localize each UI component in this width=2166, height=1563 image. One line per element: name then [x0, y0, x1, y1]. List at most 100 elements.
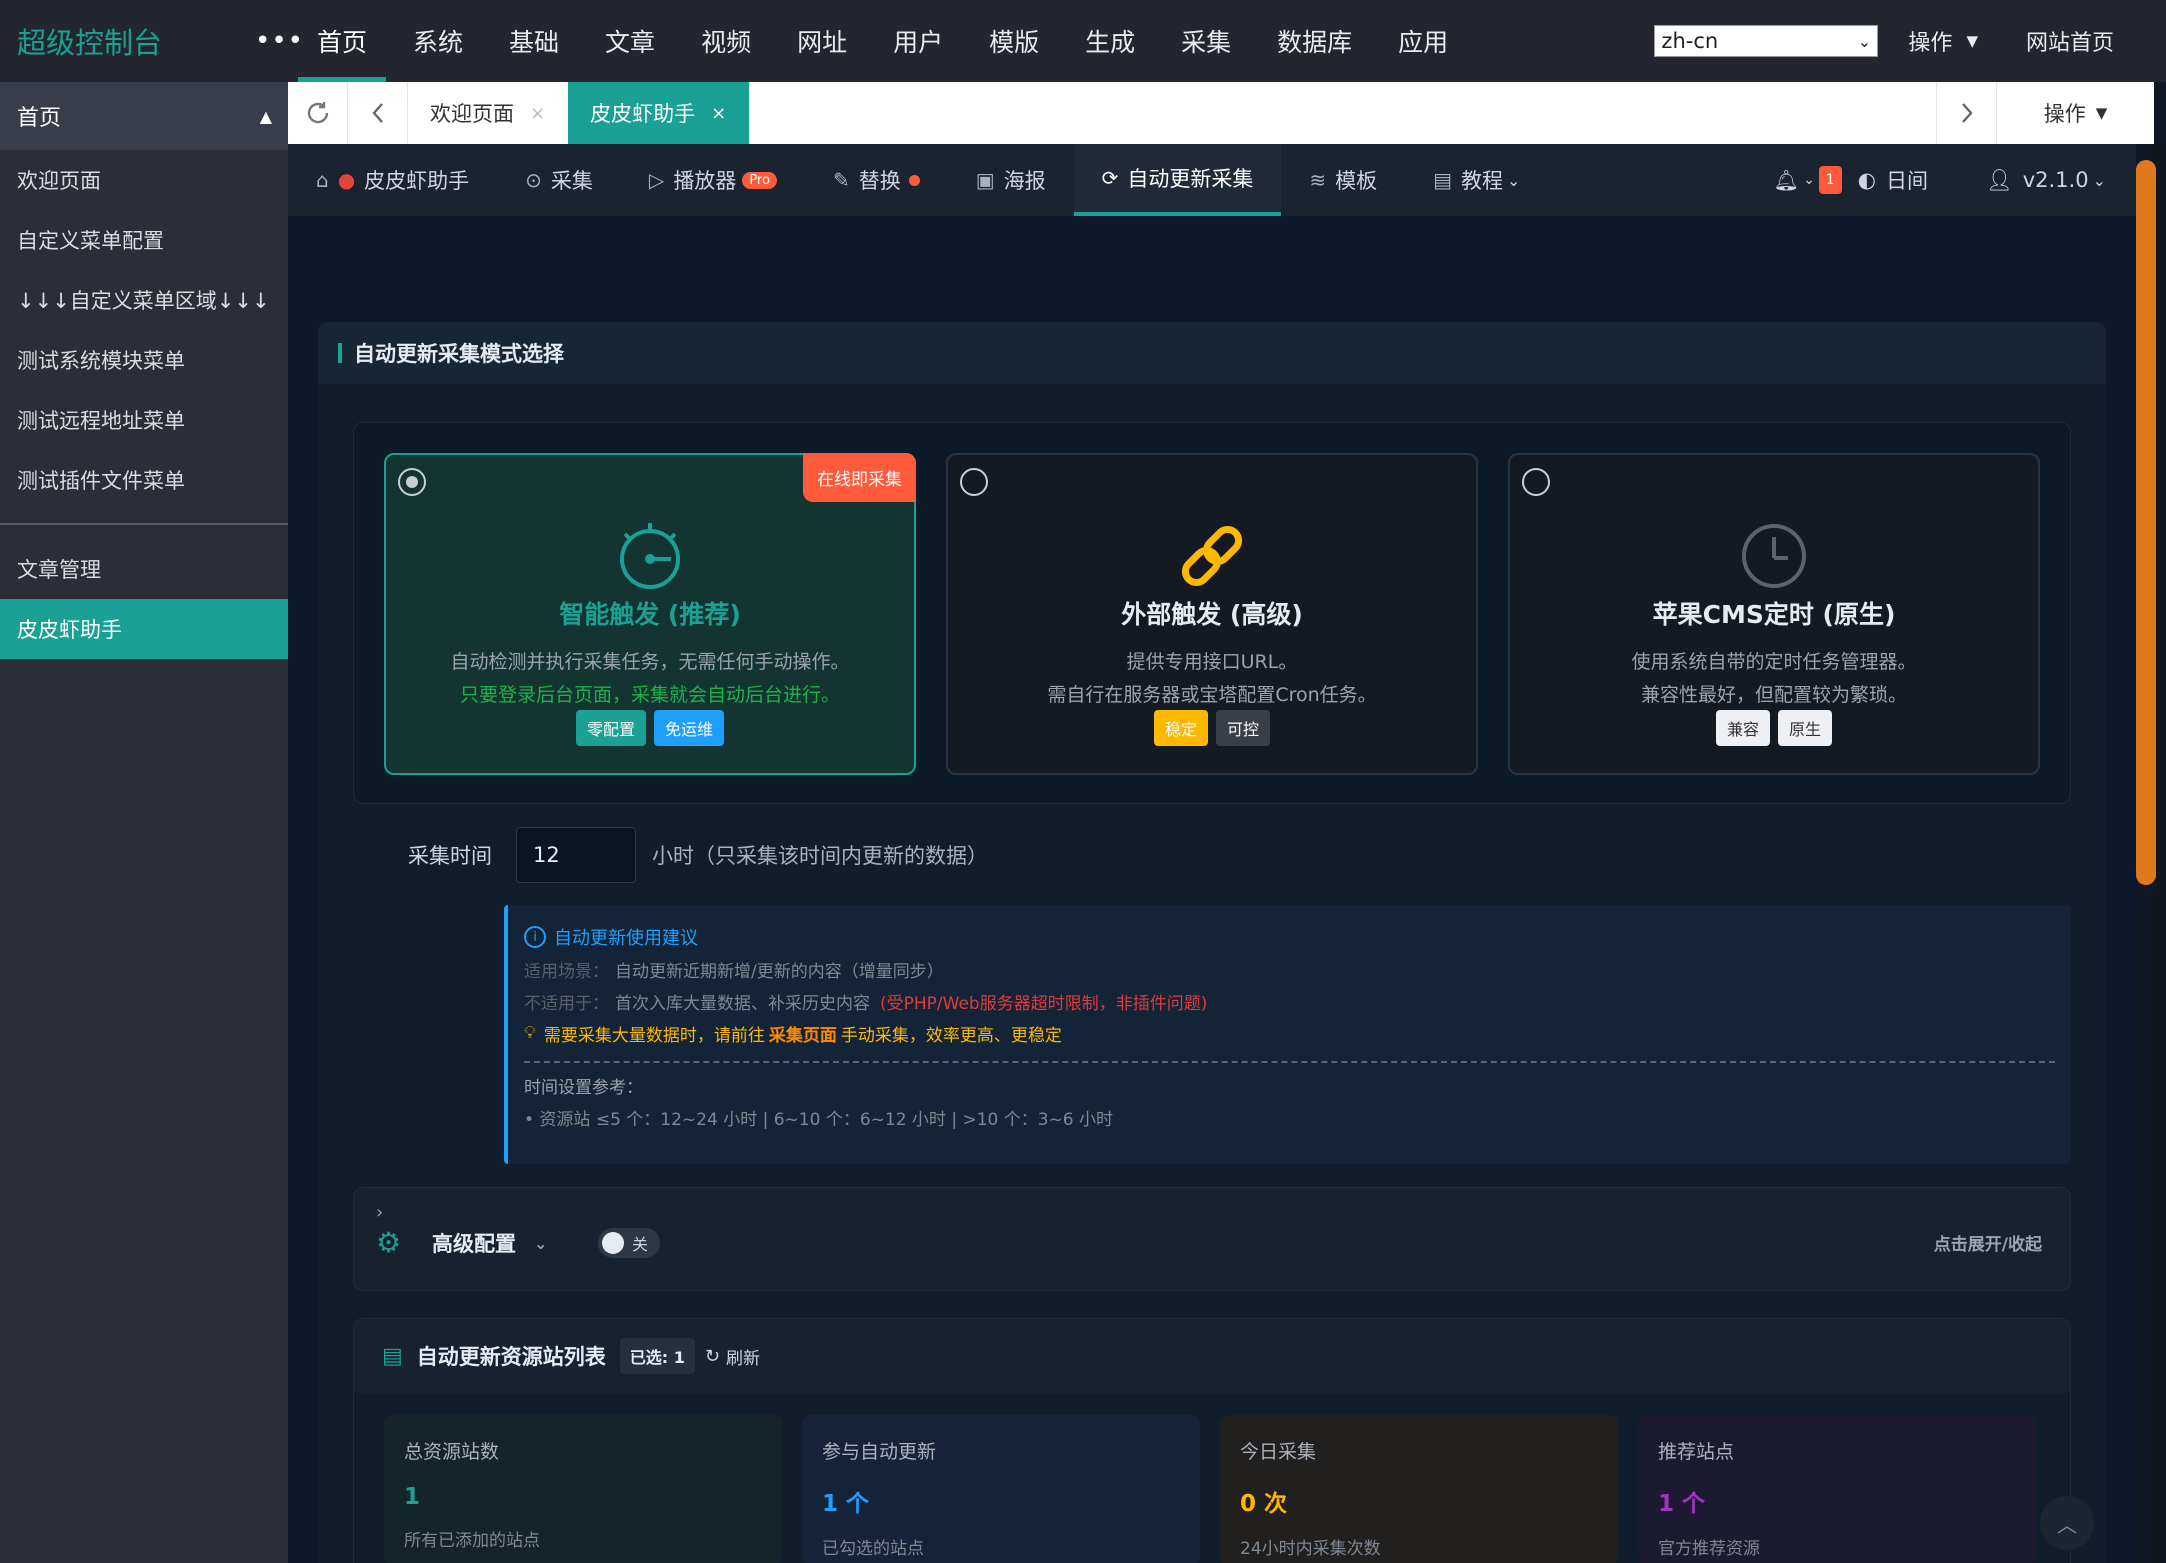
sidebar-item-welcome[interactable]: 欢迎页面 — [0, 150, 288, 210]
more-menu-icon[interactable]: ••• — [255, 26, 303, 56]
mode-tags-smart: 零配置 免运维 — [386, 710, 914, 746]
tab-scroll-left-icon[interactable] — [348, 82, 408, 144]
tips-title-text: 自动更新使用建议 — [554, 928, 698, 949]
top-nav-apps[interactable]: 应用 — [1375, 0, 1471, 82]
subnav-item-poster[interactable]: ▣ 海报 — [948, 144, 1074, 216]
panel-header: 自动更新采集模式选择 — [318, 322, 2106, 384]
subnav-item-tutorial[interactable]: ▤ 教程 ⌄ — [1405, 144, 1548, 216]
expand-collapse-hint[interactable]: 点击展开/收起 — [1934, 1230, 2042, 1255]
notification-bell[interactable]: 🔔︎ ⌄ 1 — [1774, 166, 1842, 194]
version-dropdown[interactable]: 👤︎ v2.1.0 ⌄ — [1986, 168, 2106, 193]
top-nav-article[interactable]: 文章 — [582, 0, 678, 82]
stat-sub: 已勾选的站点 — [822, 1539, 924, 1559]
stat-value: 1 — [404, 1484, 421, 1510]
mode-card-smart[interactable]: 在线即采集 智能触发 (推荐) 自动检测并执行采集任务，无需任何手动操作。 只要… — [384, 453, 916, 775]
mode-desc-external-2: 需自行在服务器或宝塔配置Cron任务。 — [1047, 684, 1377, 706]
tab-ops-dropdown[interactable]: 操作 ▼ — [1996, 82, 2154, 144]
sidebar-header[interactable]: 首页 ▲ — [0, 82, 288, 150]
top-nav-url[interactable]: 网址 — [774, 0, 870, 82]
stat-label: 总资源站数 — [404, 1441, 500, 1463]
top-nav-video[interactable]: 视频 — [678, 0, 774, 82]
pro-badge: Pro — [742, 171, 777, 189]
notification-dot — [908, 174, 920, 186]
tab-welcome[interactable]: 欢迎页面 × — [408, 82, 568, 144]
refresh-icon[interactable] — [288, 82, 348, 144]
dial-icon — [386, 517, 914, 595]
sidebar-item-custom-menu[interactable]: 自定义菜单配置 — [0, 210, 288, 270]
subnav-item-home[interactable]: ⌂ ● 皮皮虾助手 — [288, 144, 497, 216]
sidebar-item-test-plugin[interactable]: 测试插件文件菜单 — [0, 450, 288, 510]
tag-controllable: 可控 — [1216, 710, 1271, 746]
app-brand[interactable]: 超级控制台 — [0, 20, 255, 62]
tab-scroll-right-icon[interactable] — [1936, 82, 1996, 144]
close-icon[interactable]: × — [530, 103, 545, 124]
mode-selector: 在线即采集 智能触发 (推荐) 自动检测并执行采集任务，无需任何手动操作。 只要… — [353, 422, 2071, 804]
scrollbar-thumb[interactable] — [2136, 160, 2156, 885]
image-icon: ▣ — [975, 168, 995, 192]
chevron-down-icon: ⌄ — [1803, 172, 1815, 188]
sidebar-item-test-system[interactable]: 测试系统模块菜单 — [0, 330, 288, 390]
top-nav-collect[interactable]: 采集 — [1158, 0, 1254, 82]
top-nav-system[interactable]: 系统 — [390, 0, 486, 82]
lightbulb-icon: 💡︎ — [524, 1023, 536, 1043]
stat-label: 参与自动更新 — [822, 1441, 937, 1463]
tag-native: 原生 — [1778, 710, 1833, 746]
mode-radio-external[interactable] — [960, 468, 988, 496]
mode-radio-smart[interactable] — [398, 468, 426, 496]
subnav-label-template: 模板 — [1335, 169, 1378, 193]
subnav-item-player[interactable]: ▷ 播放器 Pro — [621, 144, 805, 216]
day-night-toggle[interactable]: ◐ 日间 — [1858, 165, 1928, 195]
top-navbar: 超级控制台 ••• 首页 系统 基础 文章 视频 网址 用户 模版 生成 采集 … — [0, 0, 2166, 82]
mode-desc-smart-1: 自动检测并执行采集任务，无需任何手动操作。 — [450, 651, 850, 673]
panel-title: 自动更新采集模式选择 — [354, 342, 564, 366]
stat-label: 推荐站点 — [1658, 1441, 1735, 1463]
top-nav-home[interactable]: 首页 — [294, 0, 390, 82]
layers-icon: ≋ — [1309, 168, 1327, 192]
top-nav-template[interactable]: 模版 — [966, 0, 1062, 82]
stat-label: 今日采集 — [1240, 1441, 1317, 1463]
sidebar-item-pipixia[interactable]: 皮皮虾助手 — [0, 599, 288, 659]
site-home-link[interactable]: 网站首页 — [2026, 25, 2114, 57]
book-icon: ▤ — [1433, 168, 1453, 192]
subnav-item-template[interactable]: ≋ 模板 — [1281, 144, 1405, 216]
collect-page-link[interactable]: 采集页面 — [769, 1021, 837, 1046]
list-icon: ▤ — [382, 1343, 403, 1369]
subnav-item-replace[interactable]: ✎ 替换 — [805, 144, 948, 216]
sidebar-item-article-manage[interactable]: 文章管理 — [0, 539, 288, 599]
top-nav-generate[interactable]: 生成 — [1062, 0, 1158, 82]
stat-sub: 所有已添加的站点 — [404, 1531, 540, 1551]
chevron-down-icon: ⌄ — [2092, 170, 2106, 190]
top-nav-user[interactable]: 用户 — [870, 0, 966, 82]
advanced-config-label[interactable]: 高级配置 ⌄ — [432, 1228, 547, 1258]
collect-time-input[interactable]: 12 — [516, 827, 636, 883]
tab-ops-label: 操作 — [2043, 102, 2086, 126]
sidebar-item-test-remote[interactable]: 测试远程地址菜单 — [0, 390, 288, 450]
sidebar: 首页 ▲ 欢迎页面 自定义菜单配置 ↓↓↓自定义菜单区域↓↓↓ 测试系统模块菜单… — [0, 82, 288, 1563]
subnav-item-auto-update[interactable]: ⟳ 自动更新采集 — [1073, 144, 1282, 216]
tips-ref-title: 时间设置参考： — [524, 1077, 643, 1098]
language-select[interactable]: zh-cn ⌄ — [1654, 25, 1879, 57]
advanced-toggle[interactable]: 关 — [598, 1228, 660, 1258]
tab-pipixia[interactable]: 皮皮虾助手 × — [568, 82, 750, 144]
toggle-knob — [602, 1232, 624, 1254]
mode-card-cms-cron[interactable]: 苹果CMS定时 (原生) 使用系统自带的定时任务管理器。 兼容性最好，但配置较为… — [1508, 453, 2040, 775]
subnav-label-player: 播放器 — [673, 169, 737, 193]
top-nav-database[interactable]: 数据库 — [1254, 0, 1375, 82]
top-nav-basic[interactable]: 基础 — [486, 0, 582, 82]
stat-sub: 官方推荐资源 — [1658, 1539, 1760, 1559]
refresh-button[interactable]: ↻ 刷新 — [705, 1344, 760, 1369]
advanced-config[interactable]: › ⚙ 高级配置 ⌄ 关 点击展开/收起 — [353, 1187, 2071, 1291]
sidebar-header-label: 首页 — [17, 106, 62, 131]
ops-dropdown[interactable]: 操作 ▼ — [1908, 25, 1978, 57]
mode-radio-cms-cron[interactable] — [1522, 468, 1550, 496]
sidebar-item-custom-area[interactable]: ↓↓↓自定义菜单区域↓↓↓ — [0, 270, 288, 330]
link-icon — [948, 517, 1476, 595]
subnav-label-pipixia: 皮皮虾助手 — [364, 169, 470, 193]
back-to-top-button[interactable]: ︿ — [2040, 1496, 2094, 1550]
subnav-item-collect[interactable]: ⊙ 采集 — [497, 144, 621, 216]
tips-scene-text: 自动更新近期新增/更新的内容（增量同步） — [615, 961, 944, 982]
stat-value: 1 个 — [1658, 1491, 1706, 1517]
close-icon[interactable]: × — [711, 103, 726, 124]
mode-card-external[interactable]: 外部触发 (高级) 提供专用接口URL。 需自行在服务器或宝塔配置Cron任务。… — [946, 453, 1478, 775]
chevron-down-icon: ⌄ — [1857, 31, 1872, 51]
